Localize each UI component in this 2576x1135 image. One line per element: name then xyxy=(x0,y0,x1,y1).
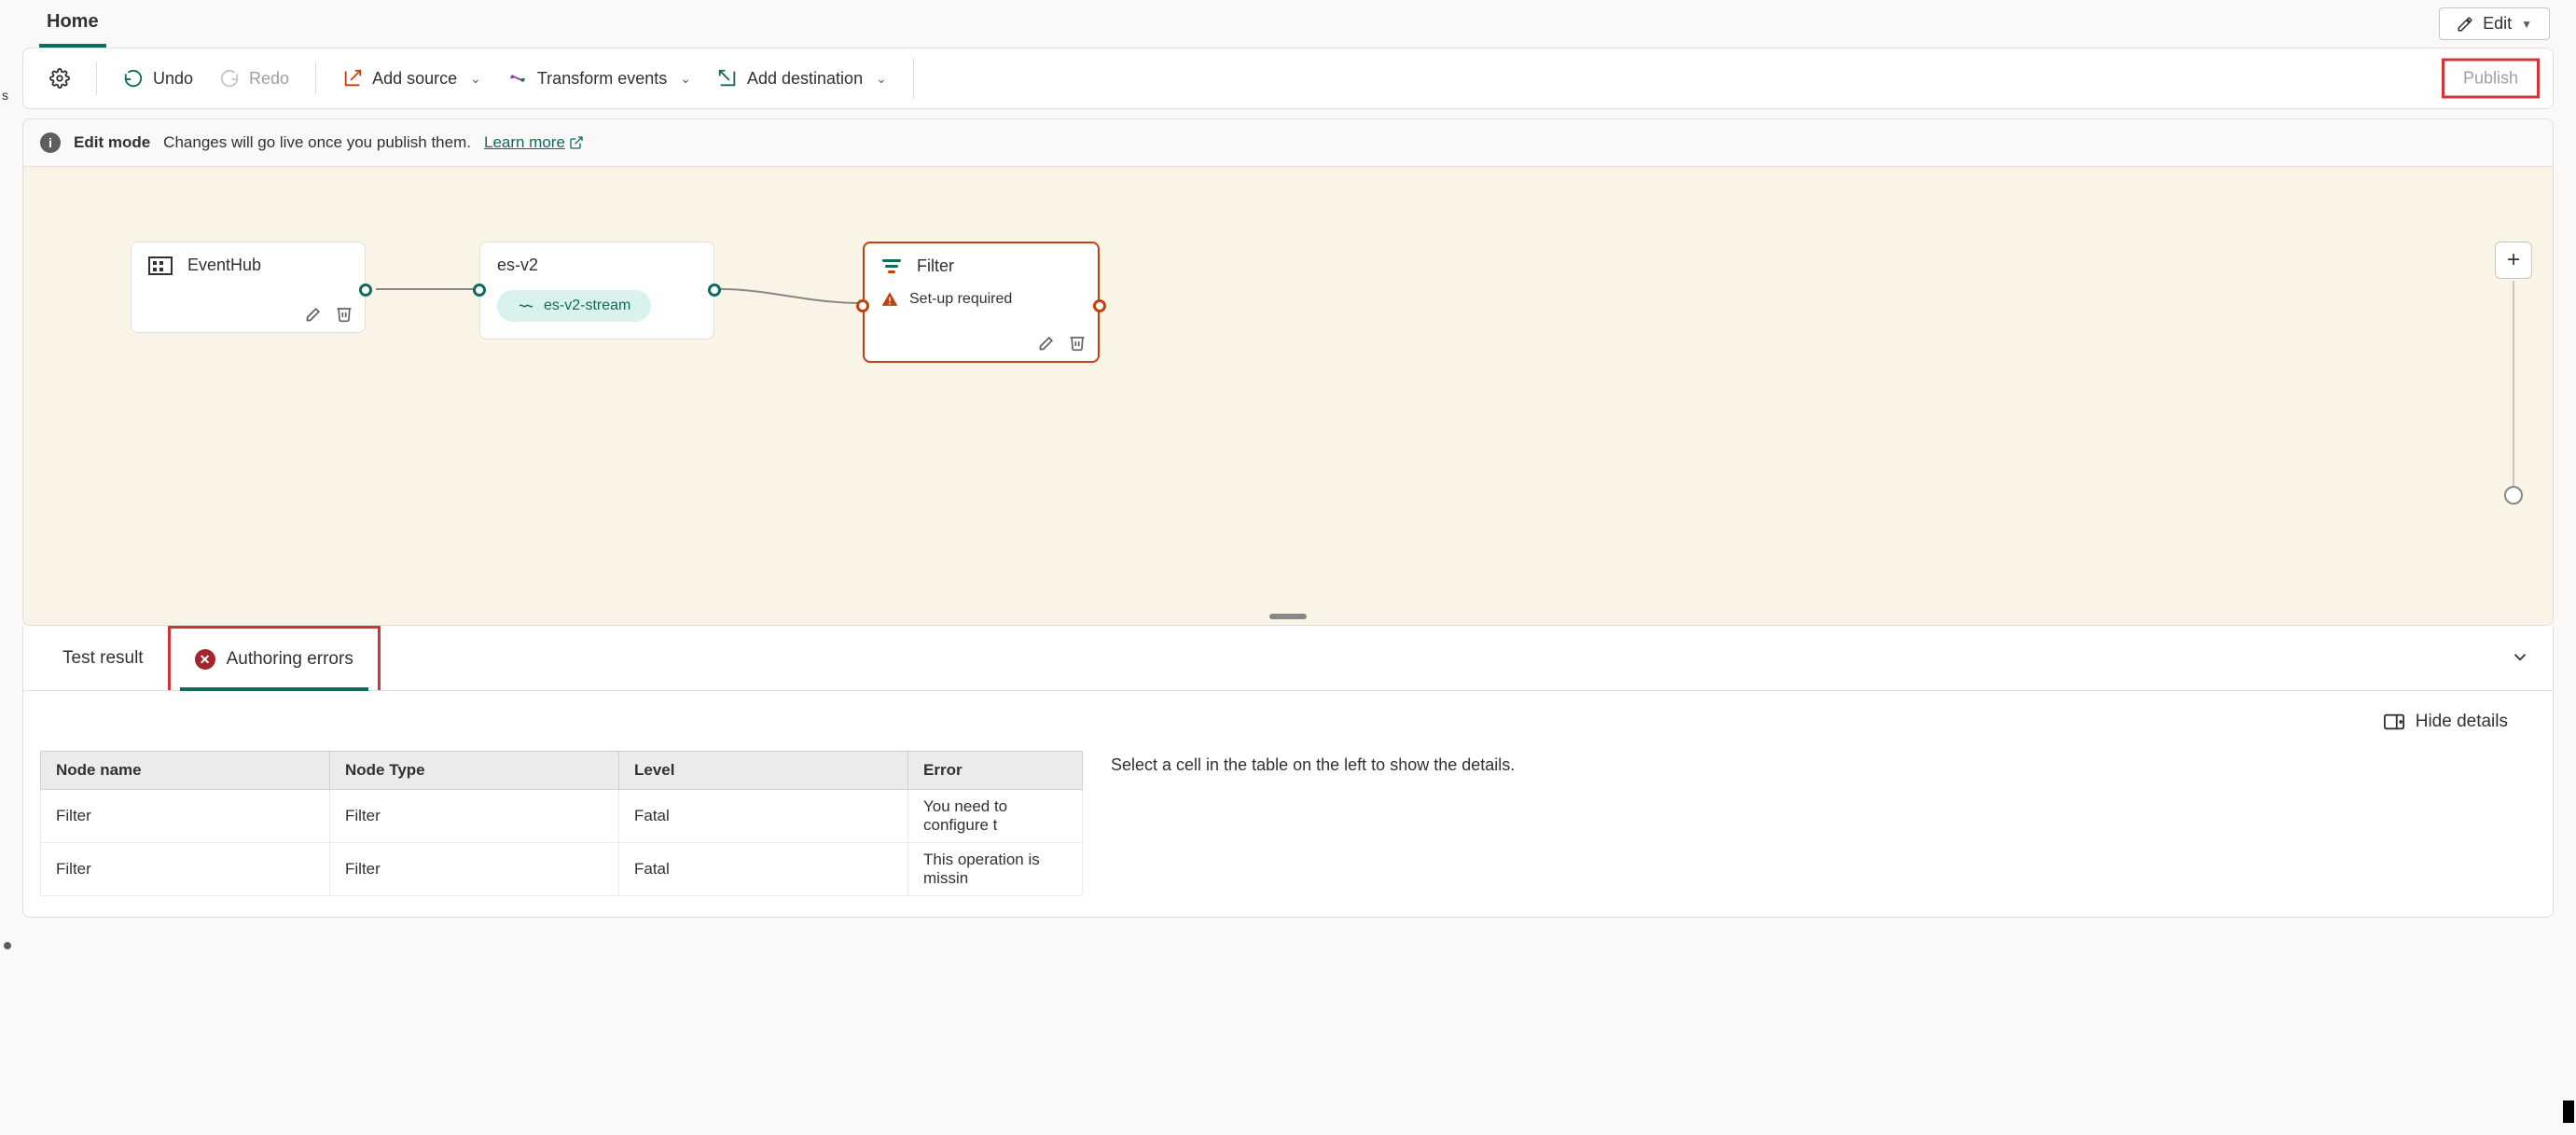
publish-button[interactable]: Publish xyxy=(2442,59,2540,99)
tab-header: Home xyxy=(22,0,2554,48)
th-node-name[interactable]: Node name xyxy=(41,752,330,790)
caret-down-icon: ▼ xyxy=(2521,18,2532,31)
node-filter-title: Filter xyxy=(917,256,954,276)
hide-details-label: Hide details xyxy=(2416,712,2508,732)
node-filter-warning: Set-up required xyxy=(909,291,1012,308)
stream-pill[interactable]: es-v2-stream xyxy=(497,290,651,322)
th-error[interactable]: Error xyxy=(908,752,1083,790)
collapse-panel-button[interactable] xyxy=(2510,646,2530,670)
edit-button-label: Edit xyxy=(2483,14,2512,34)
chevron-down-icon: ⌄ xyxy=(680,71,691,87)
tab-test-result[interactable]: Test result xyxy=(38,628,168,689)
cell-level[interactable]: Fatal xyxy=(619,790,908,843)
external-link-icon xyxy=(569,135,584,150)
node-esv2[interactable]: es-v2 es-v2-stream xyxy=(479,242,714,339)
hide-details-icon xyxy=(2384,713,2404,730)
warning-icon xyxy=(881,291,898,308)
tab-authoring-errors-label: Authoring errors xyxy=(227,649,353,670)
stream-icon xyxy=(518,298,534,314)
gear-icon xyxy=(49,68,70,89)
undo-label: Undo xyxy=(153,69,193,89)
add-source-label: Add source xyxy=(372,69,457,89)
pencil-icon xyxy=(2457,16,2473,33)
filter-icon xyxy=(881,259,902,273)
transform-label: Transform events xyxy=(537,69,667,89)
error-detail-pane: Select a cell in the table on the left t… xyxy=(1111,751,2536,896)
transform-icon xyxy=(507,68,528,89)
redo-icon xyxy=(219,68,240,89)
info-banner: i Edit mode Changes will go live once yo… xyxy=(23,119,2553,166)
input-port[interactable] xyxy=(856,299,869,312)
th-node-type[interactable]: Node Type xyxy=(330,752,619,790)
resize-grip[interactable] xyxy=(1269,614,1307,619)
toolbar-divider xyxy=(913,58,914,99)
cell-error[interactable]: You need to configure t xyxy=(908,790,1083,843)
node-esv2-title: es-v2 xyxy=(497,256,538,275)
zoom-slider-track xyxy=(2513,281,2514,495)
th-level[interactable]: Level xyxy=(619,752,908,790)
node-eventhub-title: EventHub xyxy=(187,256,261,275)
settings-button[interactable] xyxy=(40,62,79,94)
cell-node-type[interactable]: Filter xyxy=(330,790,619,843)
info-icon: i xyxy=(40,132,61,153)
add-destination-icon xyxy=(717,68,738,89)
zoom-slider-thumb[interactable] xyxy=(2504,486,2523,505)
delete-icon[interactable] xyxy=(335,304,353,323)
delete-icon[interactable] xyxy=(1068,333,1087,352)
edit-icon[interactable] xyxy=(305,304,324,323)
undo-icon xyxy=(123,68,144,89)
edit-icon[interactable] xyxy=(1038,333,1057,352)
bottom-panel: Test result ✕ Authoring errors Hide deta… xyxy=(22,626,2554,918)
stray-char: s xyxy=(2,88,8,103)
cell-error[interactable]: This operation is missin xyxy=(908,843,1083,896)
connector-line xyxy=(713,275,872,312)
toolbar-divider xyxy=(96,62,97,95)
tab-home[interactable]: Home xyxy=(39,7,106,48)
toolbar: Undo Redo Add source ⌄ Transform events … xyxy=(22,48,2554,109)
toolbar-divider xyxy=(315,62,316,95)
cell-level[interactable]: Fatal xyxy=(619,843,908,896)
pipeline-canvas[interactable]: EventHub es-v2 es-v2-stream xyxy=(23,166,2553,625)
redo-button[interactable]: Redo xyxy=(210,62,298,94)
learn-more-label: Learn more xyxy=(484,133,565,152)
edit-button[interactable]: Edit ▼ xyxy=(2439,7,2550,40)
add-source-button[interactable]: Add source ⌄ xyxy=(333,62,491,94)
stream-label: es-v2-stream xyxy=(544,298,630,314)
add-source-icon xyxy=(342,68,363,89)
table-row[interactable]: Filter Filter Fatal This operation is mi… xyxy=(41,843,1083,896)
node-filter[interactable]: Filter Set-up required xyxy=(863,242,1100,363)
cell-node-name[interactable]: Filter xyxy=(41,843,330,896)
info-mode-label: Edit mode xyxy=(74,133,150,152)
output-port[interactable] xyxy=(1093,299,1106,312)
add-destination-button[interactable]: Add destination ⌄ xyxy=(708,62,896,94)
table-row[interactable]: Filter Filter Fatal You need to configur… xyxy=(41,790,1083,843)
chevron-down-icon: ⌄ xyxy=(876,71,887,87)
add-node-button[interactable]: + xyxy=(2495,242,2532,279)
learn-more-link[interactable]: Learn more xyxy=(484,133,584,152)
cell-node-name[interactable]: Filter xyxy=(41,790,330,843)
error-badge-icon: ✕ xyxy=(195,649,215,670)
hide-details-button[interactable]: Hide details xyxy=(23,691,2553,740)
undo-button[interactable]: Undo xyxy=(114,62,202,94)
table-header-row: Node name Node Type Level Error xyxy=(41,752,1083,790)
output-port[interactable] xyxy=(708,284,721,297)
info-message: Changes will go live once you publish th… xyxy=(163,133,471,152)
tab-test-result-label: Test result xyxy=(62,648,144,669)
plus-icon: + xyxy=(2507,247,2520,273)
panel-tabs: Test result ✕ Authoring errors xyxy=(23,626,2553,691)
transform-button[interactable]: Transform events ⌄ xyxy=(498,62,700,94)
dot-marker xyxy=(4,942,11,949)
input-port[interactable] xyxy=(473,284,486,297)
errors-table: Node name Node Type Level Error Filter F… xyxy=(40,751,1083,896)
output-port[interactable] xyxy=(359,284,372,297)
cell-node-type[interactable]: Filter xyxy=(330,843,619,896)
chevron-down-icon xyxy=(2510,646,2530,667)
eventhub-icon xyxy=(148,256,173,275)
tab-authoring-errors[interactable]: ✕ Authoring errors xyxy=(168,626,381,690)
redo-label: Redo xyxy=(249,69,289,89)
chevron-down-icon: ⌄ xyxy=(470,71,481,87)
add-destination-label: Add destination xyxy=(747,69,863,89)
node-eventhub[interactable]: EventHub xyxy=(131,242,366,333)
